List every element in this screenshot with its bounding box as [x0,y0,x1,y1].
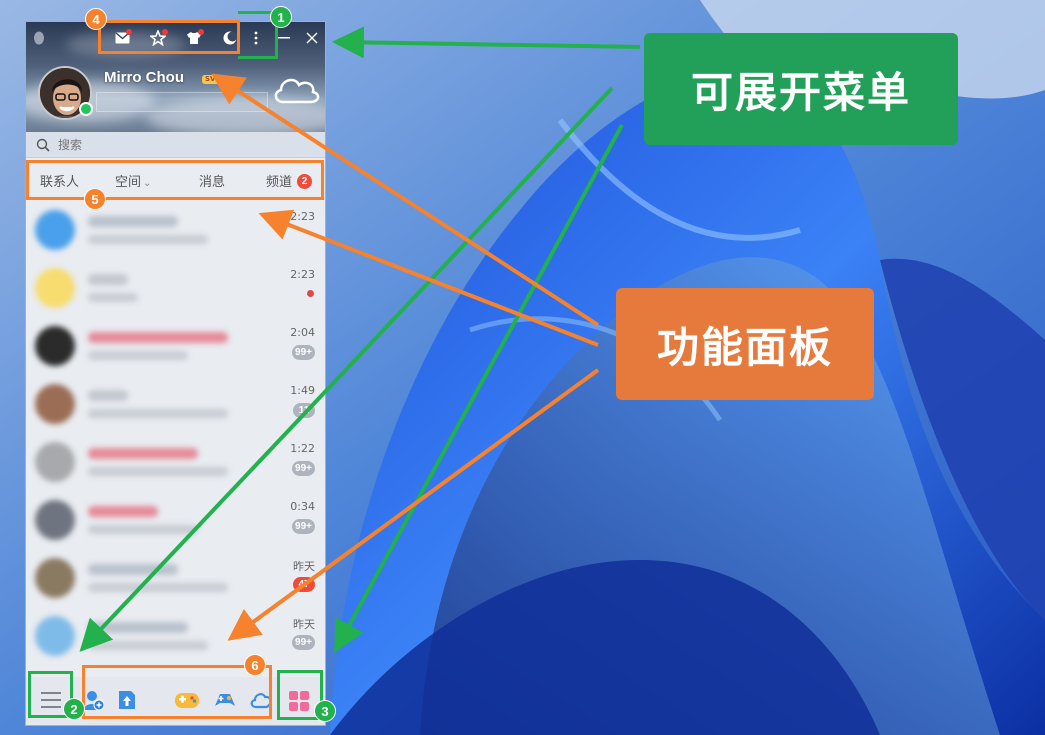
list-item[interactable]: 0:34 99+ [26,492,325,550]
search-input[interactable] [58,136,298,154]
list-item[interactable]: 1:49 11 [26,376,325,434]
unread-count-badge: 99+ [292,635,315,650]
vip-badge[interactable]: SVIP [202,75,227,84]
qq-main-window: Mirro Chou SVIP 联系人 空间⌄ 消息 频道 2 2:23 2:2… [25,21,326,726]
list-item[interactable]: 2:04 99+ [26,318,325,376]
qq-penguin-logo [32,30,46,50]
username[interactable]: Mirro Chou [104,69,184,86]
annotation-number-3: 3 [314,700,336,722]
annotation-box-6 [82,665,272,719]
annotation-number-1: 1 [270,6,292,28]
online-status-dot[interactable] [79,102,93,116]
annotation-number-2: 2 [63,698,85,720]
list-item[interactable]: 昨天 99+ [26,608,325,666]
signature-field[interactable] [96,92,268,112]
annotation-box-5 [26,160,324,200]
unread-count-badge: 99+ [292,345,315,360]
list-item[interactable]: 1:22 99+ [26,434,325,492]
callout-expandable-menu: 可展开菜单 [644,33,958,145]
unread-count-badge: 99+ [292,519,315,534]
weather-cloud-icon[interactable] [271,72,321,110]
list-item[interactable]: 昨天 47 [26,550,325,608]
conversation-list: 2:23 2:23 2:04 99+ 1:49 11 1:22 99+ 0:34… [26,202,325,662]
close-icon[interactable] [302,28,322,48]
unread-count-badge: 11 [293,403,315,418]
annotation-box-4 [98,20,240,54]
list-item[interactable]: 2:23 [26,260,325,318]
list-item[interactable]: 2:23 [26,202,325,260]
search-bar[interactable] [26,132,325,158]
unread-dot [307,290,314,297]
unread-count-badge: 99+ [292,461,315,476]
search-icon [36,137,52,153]
unread-count-badge: 47 [293,577,315,592]
annotation-number-5: 5 [84,188,106,210]
callout-function-panel: 功能面板 [616,288,874,400]
annotation-number-4: 4 [85,8,107,30]
annotation-number-6: 6 [244,654,266,676]
